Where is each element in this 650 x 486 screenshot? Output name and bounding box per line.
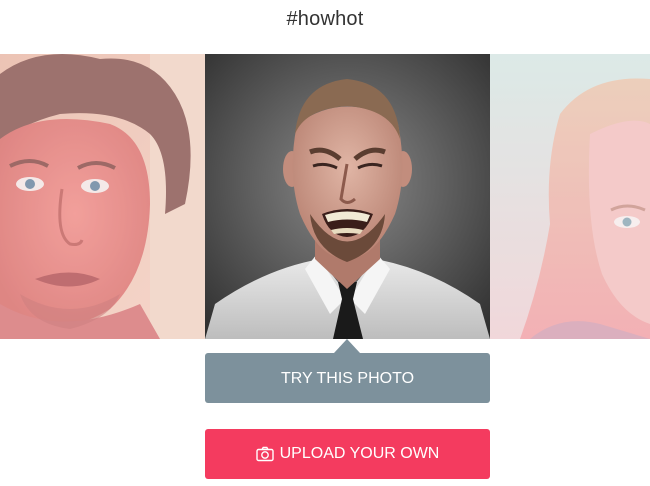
upload-button-label: UPLOAD YOUR OWN [279,445,440,462]
page: #howhot TRY THIS PHOTO UPLOAD YOUR OWN [0,0,650,486]
carousel-photo-center[interactable] [205,54,490,339]
carousel-photo-left[interactable] [0,54,205,339]
upload-your-own-button[interactable]: UPLOAD YOUR OWN [205,429,490,479]
man-portrait-left-image [0,54,205,339]
man-portrait-center-image [205,54,490,339]
hashtag-title: #howhot [286,8,364,30]
try-this-photo-button[interactable]: TRY THIS PHOTO [205,353,490,403]
photo-carousel[interactable] [0,54,650,339]
woman-portrait-right-image [490,54,650,339]
try-button-pointer [334,339,360,353]
camera-icon [255,446,274,462]
carousel-photo-right[interactable] [490,54,650,339]
